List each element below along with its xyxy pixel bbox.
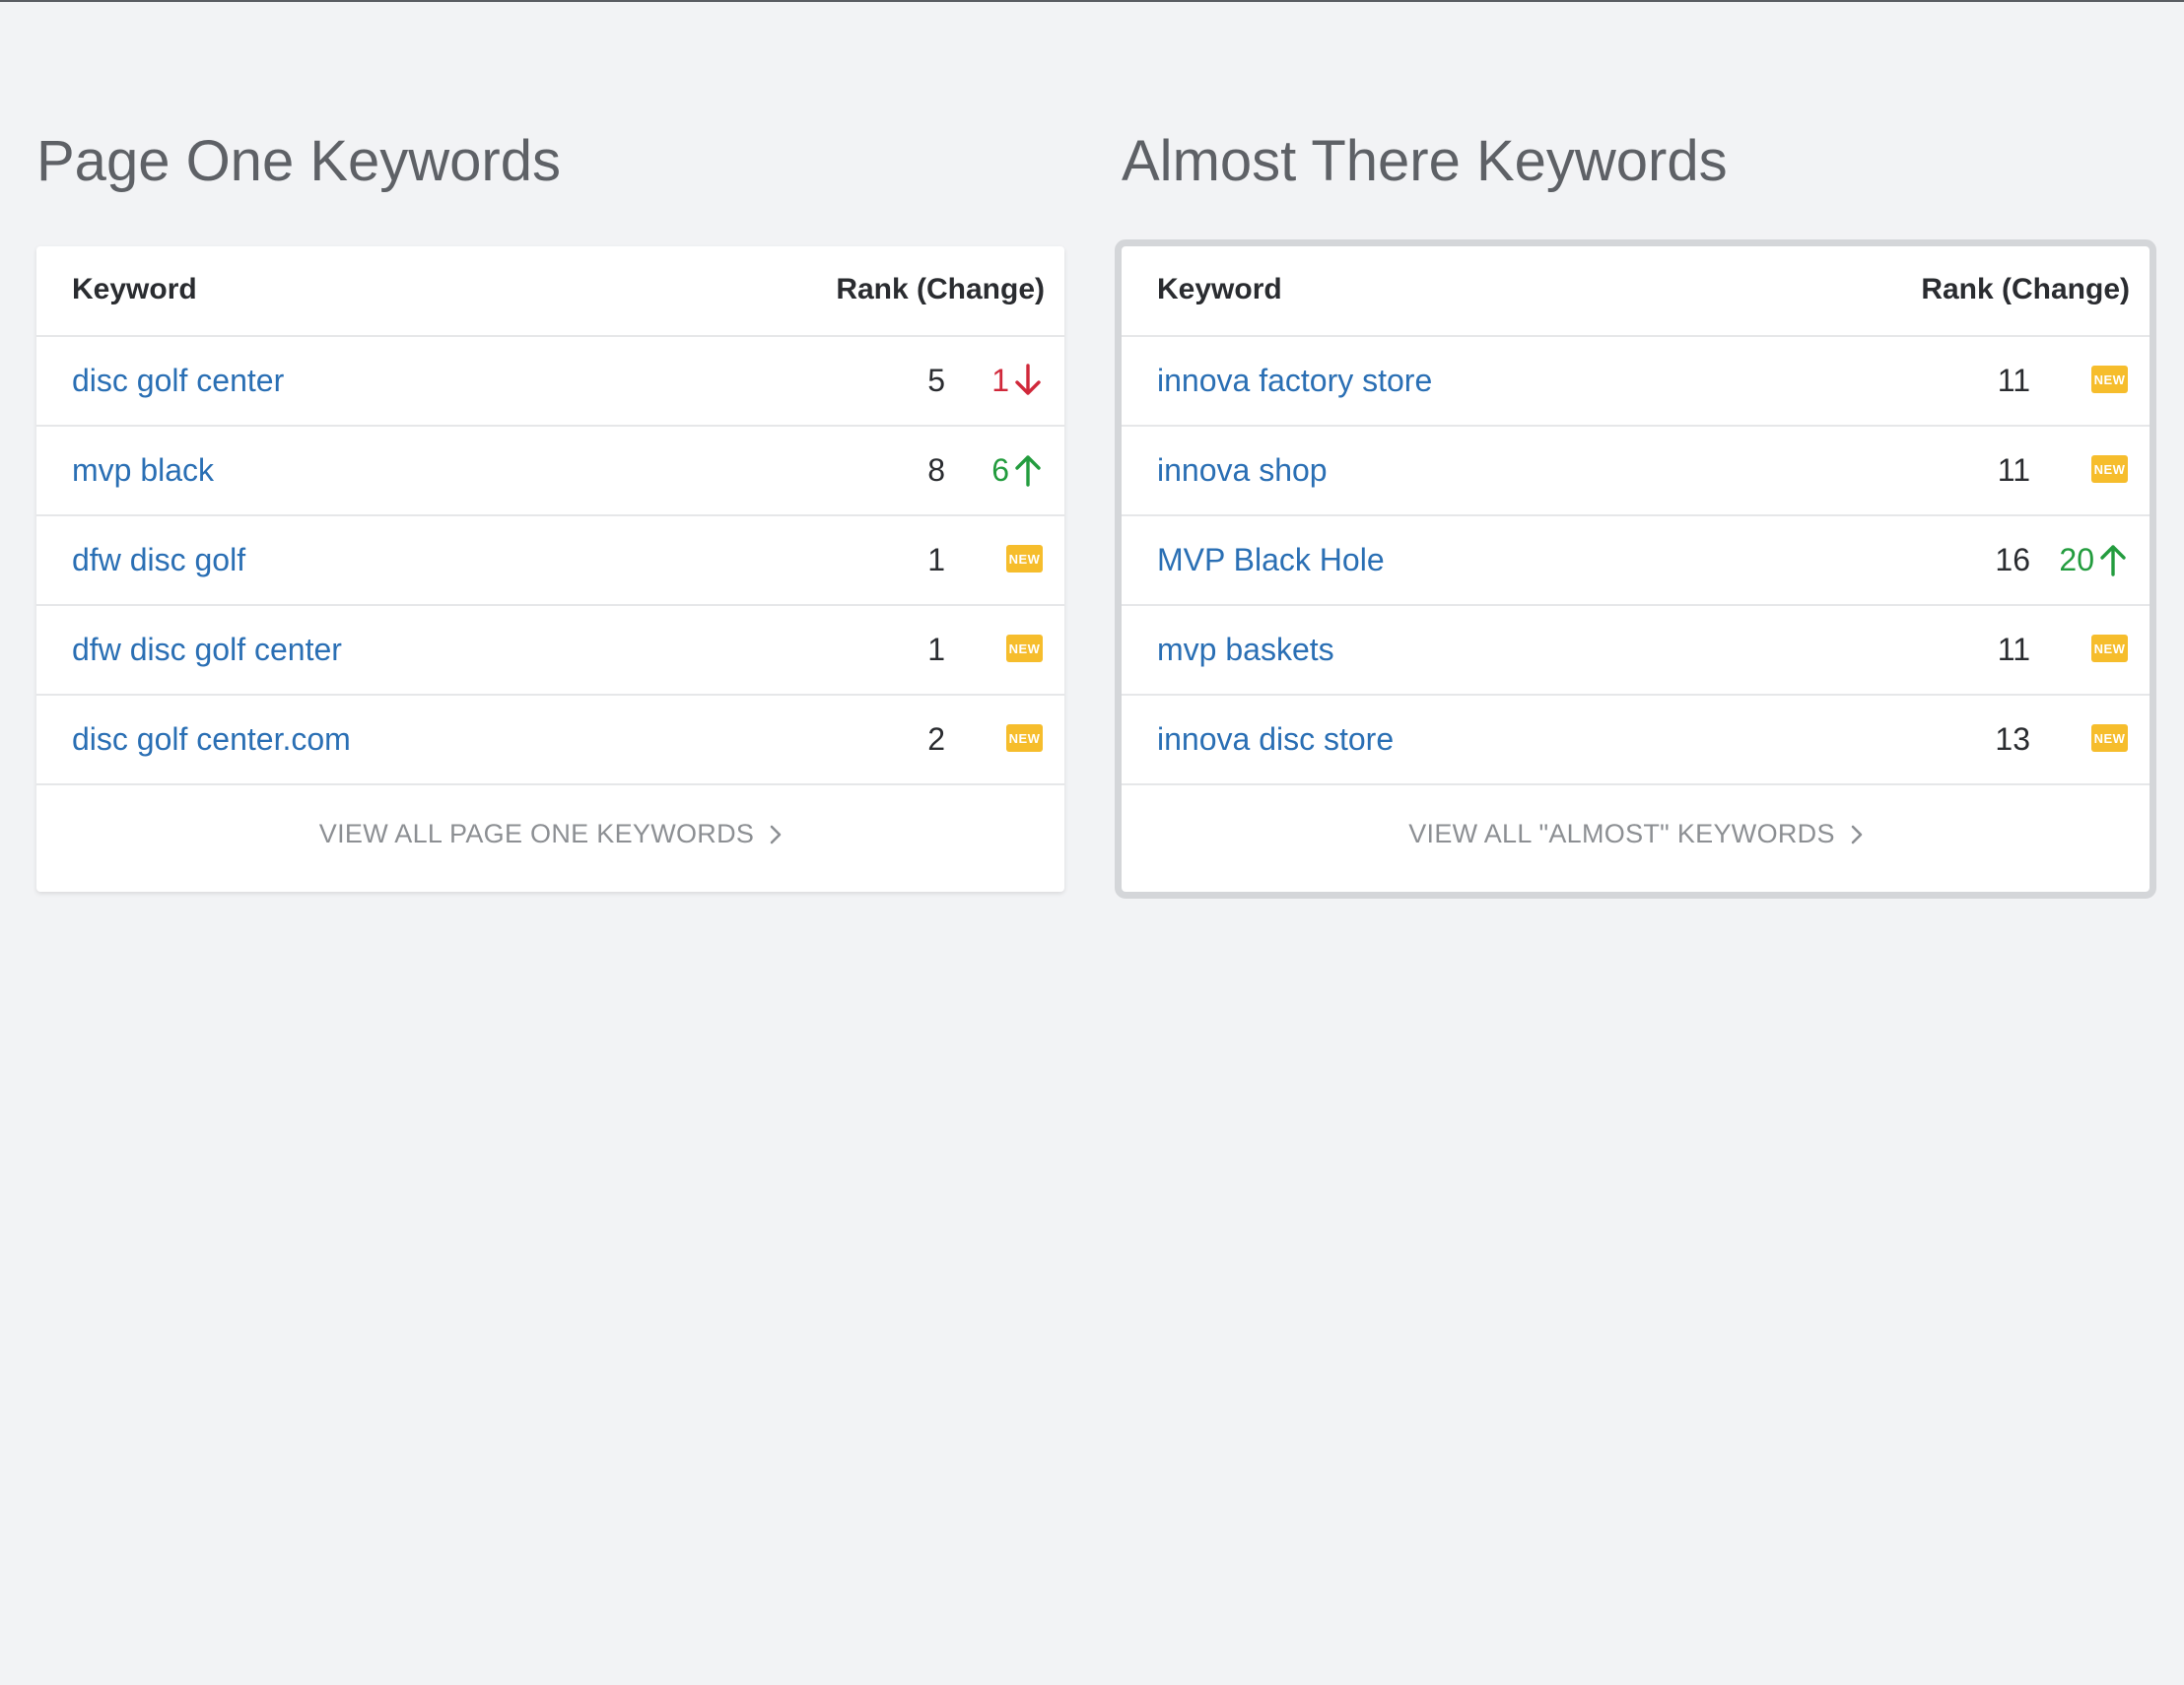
keyword-link[interactable]: innova factory store — [1157, 363, 1432, 399]
keyword-link[interactable]: MVP Black Hole — [1157, 542, 1385, 578]
rank-change: 1 — [991, 361, 1043, 400]
table-row: innova disc store 13 NEW — [1122, 696, 2150, 785]
new-badge: NEW — [1006, 545, 1043, 573]
arrow-up-icon — [1015, 455, 1041, 487]
table-row: mvp baskets 11 NEW — [1122, 606, 2150, 696]
almost-there-rows: innova factory store 11 NEW innova shop 11 NE… — [1122, 337, 2150, 785]
table-row: innova shop 11 NEW — [1122, 427, 2150, 516]
rank-value: 8 — [927, 452, 945, 488]
table-header: Keyword Rank (Change) — [1122, 246, 2150, 337]
rank-value: 11 — [1997, 452, 2030, 488]
table-header: Keyword Rank (Change) — [36, 246, 1064, 337]
keyword-link[interactable]: dfw disc golf — [72, 542, 245, 578]
rank-change: 6 — [991, 450, 1043, 490]
rank-value: 11 — [1997, 363, 2030, 398]
page-one-footer: VIEW ALL PAGE ONE KEYWORDS — [36, 785, 1064, 889]
rank-value: 1 — [927, 542, 945, 577]
new-badge: NEW — [2091, 635, 2128, 662]
view-all-page-one-link[interactable]: VIEW ALL PAGE ONE KEYWORDS — [36, 819, 1064, 849]
rank-change-value: 1 — [991, 362, 1009, 398]
new-badge: NEW — [2091, 366, 2128, 393]
rank-change-column-header: Rank (Change) — [836, 273, 1045, 305]
rank-value: 11 — [1997, 632, 2030, 667]
page-one-title: Page One Keywords — [36, 129, 561, 193]
rank-change-column-header: Rank (Change) — [1921, 273, 2130, 305]
new-badge: NEW — [2091, 455, 2128, 483]
view-all-page-one-label: VIEW ALL PAGE ONE KEYWORDS — [318, 819, 755, 848]
keyword-column-header: Keyword — [72, 273, 197, 305]
rank-value: 2 — [927, 721, 945, 757]
keyword-link[interactable]: disc golf center — [72, 363, 284, 399]
keyword-link[interactable]: disc golf center.com — [72, 721, 351, 758]
almost-there-title: Almost There Keywords — [1122, 129, 1728, 193]
table-row: disc golf center 5 1 — [36, 337, 1064, 427]
rank-value: 5 — [927, 363, 945, 398]
table-row: mvp black 8 6 — [36, 427, 1064, 516]
rank-value: 16 — [1995, 542, 2030, 577]
table-row: dfw disc golf center 1 NEW — [36, 606, 1064, 696]
rank-value: 13 — [1995, 721, 2030, 757]
almost-there-footer: VIEW ALL "ALMOST" KEYWORDS — [1122, 785, 2150, 889]
keyword-link[interactable]: innova disc store — [1157, 721, 1394, 758]
page-one-rows: disc golf center 5 1 mvp black 8 6 dfw disc go… — [36, 337, 1064, 785]
rank-change: 20 — [2059, 540, 2128, 579]
keyword-link[interactable]: mvp baskets — [1157, 632, 1334, 668]
keyword-column-header: Keyword — [1157, 273, 1282, 305]
table-row: innova factory store 11 NEW — [1122, 337, 2150, 427]
keyword-link[interactable]: mvp black — [72, 452, 214, 489]
keyword-link[interactable]: dfw disc golf center — [72, 632, 342, 668]
almost-there-card: Keyword Rank (Change) innova factory sto… — [1115, 239, 2156, 899]
arrow-down-icon — [1015, 364, 1041, 395]
chevron-right-icon — [770, 825, 782, 843]
rank-value: 1 — [927, 632, 945, 667]
view-all-almost-label: VIEW ALL "ALMOST" KEYWORDS — [1408, 819, 1835, 848]
table-row: MVP Black Hole 16 20 — [1122, 516, 2150, 606]
table-row: disc golf center.com 2 NEW — [36, 696, 1064, 785]
rank-change-value: 20 — [2059, 541, 2094, 577]
new-badge: NEW — [1006, 724, 1043, 752]
new-badge: NEW — [2091, 724, 2128, 752]
view-all-almost-link[interactable]: VIEW ALL "ALMOST" KEYWORDS — [1122, 819, 2150, 849]
keyword-link[interactable]: innova shop — [1157, 452, 1328, 489]
new-badge: NEW — [1006, 635, 1043, 662]
page-one-card: Keyword Rank (Change) disc golf center 5 1… — [36, 246, 1064, 892]
chevron-right-icon — [1851, 825, 1863, 843]
arrow-up-icon — [2100, 545, 2126, 576]
rank-change-value: 6 — [991, 451, 1009, 488]
table-row: dfw disc golf 1 NEW — [36, 516, 1064, 606]
